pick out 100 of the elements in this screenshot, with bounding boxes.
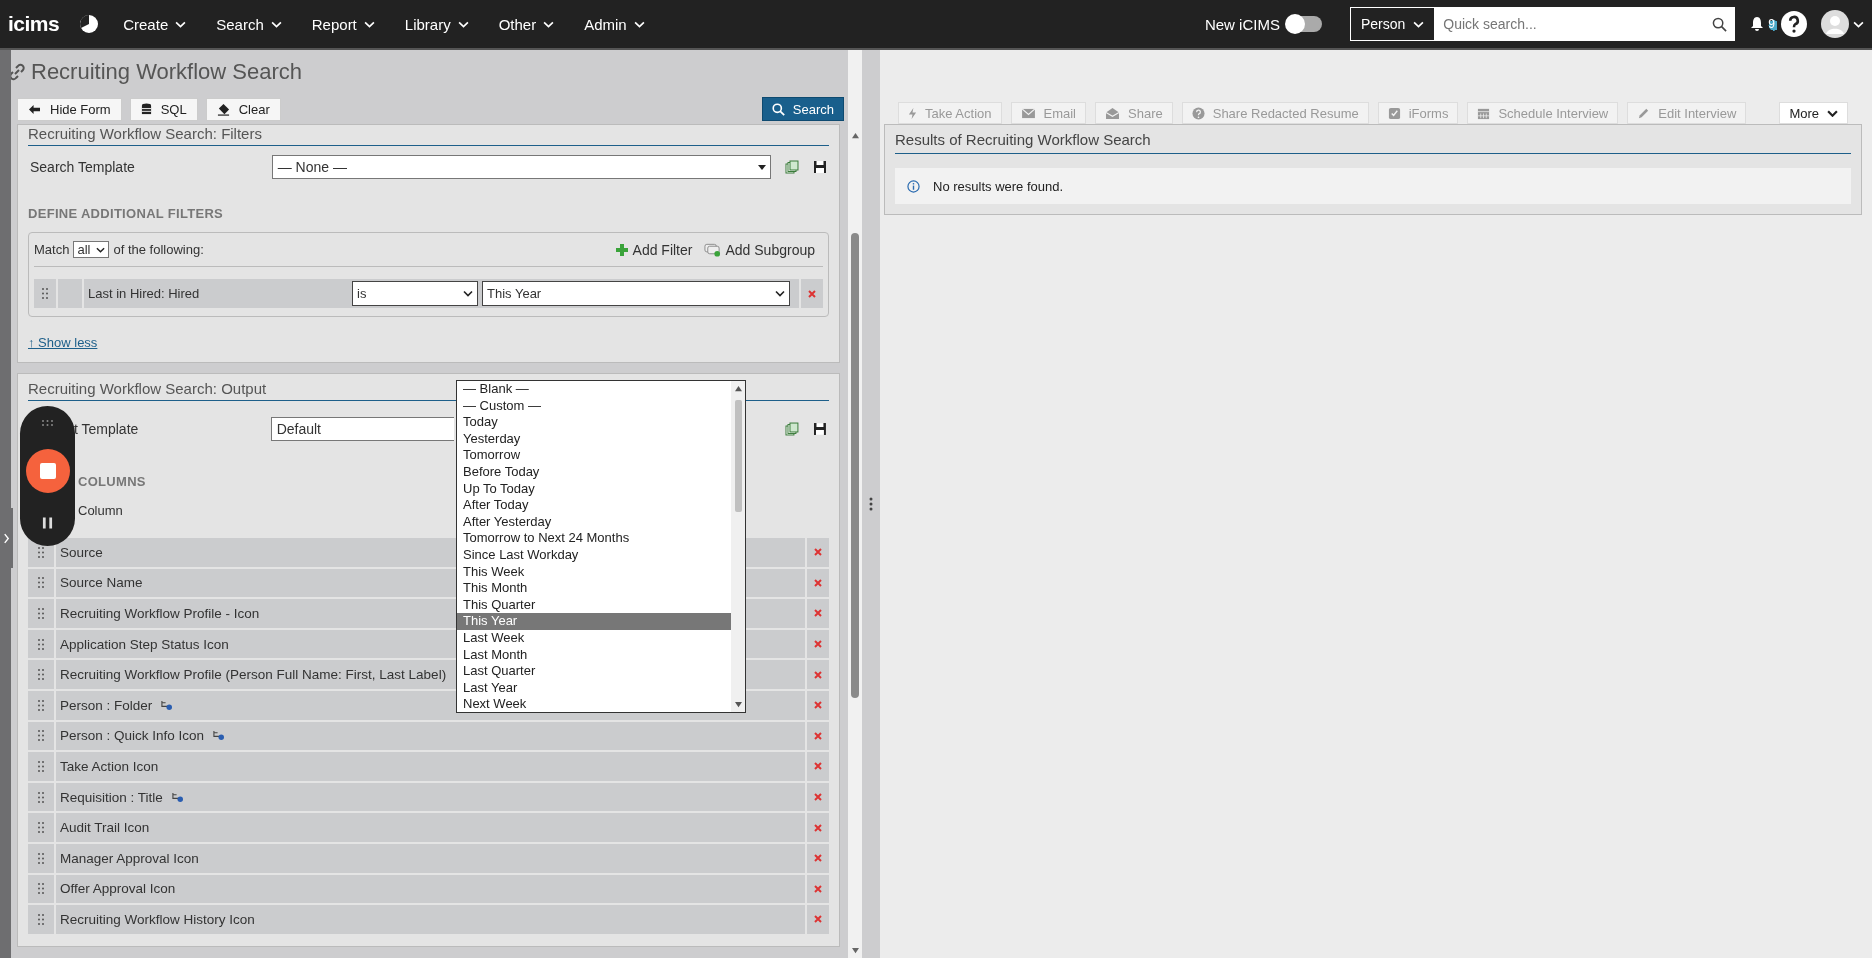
drag-handle-icon[interactable] (42, 288, 48, 299)
list-option[interactable]: Yesterday (457, 430, 731, 448)
list-option[interactable]: This Quarter (457, 596, 731, 614)
toggle-switch[interactable] (1285, 16, 1322, 32)
list-option[interactable]: Last Quarter (457, 663, 731, 680)
list-option[interactable]: Since Last Workday (457, 546, 731, 564)
search-scope-dropdown[interactable]: Person (1349, 7, 1436, 41)
list-option[interactable]: Today (457, 414, 731, 431)
scrollbar[interactable] (848, 50, 862, 958)
checkbox-icon (1387, 106, 1401, 120)
drag-handle-icon[interactable] (38, 913, 44, 925)
add-subgroup-link[interactable]: Add Subgroup (725, 241, 815, 258)
save-icon[interactable] (813, 160, 827, 174)
drag-handle-icon[interactable] (38, 638, 44, 650)
menu-item[interactable]: Search (212, 11, 286, 37)
remove-icon[interactable] (814, 915, 822, 924)
list-option[interactable]: This Month (457, 580, 731, 597)
value-dropdown[interactable]: This Year (482, 281, 790, 306)
remove-icon[interactable] (814, 884, 822, 893)
operator-dropdown[interactable]: is (352, 281, 478, 306)
remove-icon[interactable] (814, 670, 822, 679)
envelope-icon (1020, 107, 1036, 119)
menu-item[interactable]: Admin (580, 11, 649, 37)
scroll-up-icon[interactable] (733, 385, 743, 392)
drag-handle-icon[interactable] (38, 883, 44, 895)
scrollbar-thumb[interactable] (734, 400, 742, 512)
remove-icon[interactable] (814, 578, 822, 587)
open-envelope-icon (1105, 106, 1120, 120)
menu-item[interactable]: Library (400, 11, 473, 37)
logo[interactable]: icims (8, 12, 60, 36)
chevron-down-icon (775, 290, 785, 297)
copy-icon[interactable] (785, 160, 799, 174)
output-template-dropdown[interactable]: Default (270, 417, 455, 441)
remove-icon[interactable] (814, 609, 822, 618)
sql-button[interactable]: SQL (129, 97, 198, 121)
match-dropdown[interactable]: all (73, 241, 110, 258)
chevron-down-icon (363, 20, 375, 28)
list-option[interactable]: After Today (457, 497, 731, 514)
search-button[interactable]: Search (761, 97, 844, 121)
scroll-up-icon[interactable] (850, 132, 860, 139)
scrollbar[interactable] (731, 381, 745, 712)
show-less-link[interactable]: ↑ Show less (28, 335, 98, 350)
list-option[interactable]: Last Week (457, 629, 731, 647)
quick-search-field[interactable]: Quick search... (1435, 7, 1736, 41)
help-icon[interactable] (1781, 11, 1807, 37)
remove-icon[interactable] (814, 640, 822, 649)
drag-handle-icon[interactable] (38, 608, 44, 619)
list-option[interactable]: This Year (457, 613, 731, 630)
chevron-down-icon (633, 20, 645, 28)
drag-handle-icon[interactable] (38, 546, 44, 558)
drag-handle-icon[interactable] (38, 791, 44, 803)
drag-handle-icon[interactable] (38, 699, 44, 711)
drag-handle-icon[interactable] (38, 730, 44, 742)
drag-handle-icon[interactable] (38, 852, 44, 864)
scroll-down-icon[interactable] (733, 701, 743, 708)
drag-handle-icon[interactable] (38, 669, 44, 681)
menu-item[interactable]: Other (494, 11, 559, 37)
drag-handle-icon[interactable] (38, 822, 44, 834)
drag-handle-icon[interactable] (38, 577, 44, 589)
hide-form-button[interactable]: Hide Form (17, 97, 122, 121)
section-heading: COLUMNS (78, 474, 146, 489)
save-icon[interactable] (813, 422, 827, 436)
add-column-link[interactable]: Column (78, 503, 123, 518)
remove-icon[interactable] (808, 289, 816, 298)
more-button[interactable]: More (1779, 102, 1848, 124)
list-option[interactable]: Next Week (457, 696, 731, 713)
drag-handle-icon[interactable] (42, 420, 53, 426)
menu-item[interactable]: Report (307, 11, 379, 37)
scroll-down-icon[interactable] (850, 947, 860, 954)
list-option[interactable]: Tomorrow (457, 447, 731, 464)
bell-icon[interactable] (1749, 16, 1766, 32)
remove-icon[interactable] (814, 548, 822, 557)
remove-icon[interactable] (814, 823, 822, 832)
menu-item[interactable]: Create (119, 11, 191, 37)
add-filter-link[interactable]: Add Filter (632, 241, 693, 258)
pie-chart-icon[interactable] (79, 14, 100, 34)
scrollbar-thumb[interactable] (851, 233, 859, 698)
remove-icon[interactable] (814, 854, 822, 863)
search-template-dropdown[interactable]: — None — (271, 155, 772, 179)
remove-icon[interactable] (814, 762, 822, 771)
clear-button[interactable]: Clear (205, 97, 281, 121)
remove-icon[interactable] (814, 731, 822, 740)
list-option[interactable]: Before Today (457, 463, 731, 481)
plus-icon[interactable] (614, 242, 629, 257)
results-message: No results were found. (933, 178, 1064, 194)
add-subgroup-icon[interactable] (704, 242, 722, 257)
chevron-down-icon[interactable] (1853, 20, 1864, 28)
search-icon[interactable] (1712, 17, 1728, 32)
copy-icon[interactable] (785, 422, 800, 436)
drag-handle-icon[interactable] (38, 760, 44, 772)
splitter-handle[interactable] (869, 497, 873, 511)
list-option[interactable]: — Blank — (457, 381, 731, 398)
match-label: of the following: (113, 242, 204, 257)
avatar-icon[interactable] (1821, 10, 1849, 38)
list-option[interactable]: After Yesterday (457, 513, 731, 531)
remove-icon[interactable] (814, 793, 822, 802)
pause-icon[interactable] (42, 516, 53, 530)
list-option[interactable]: Up To Today (457, 480, 731, 498)
stop-record-button[interactable] (25, 449, 70, 493)
remove-icon[interactable] (814, 701, 822, 710)
